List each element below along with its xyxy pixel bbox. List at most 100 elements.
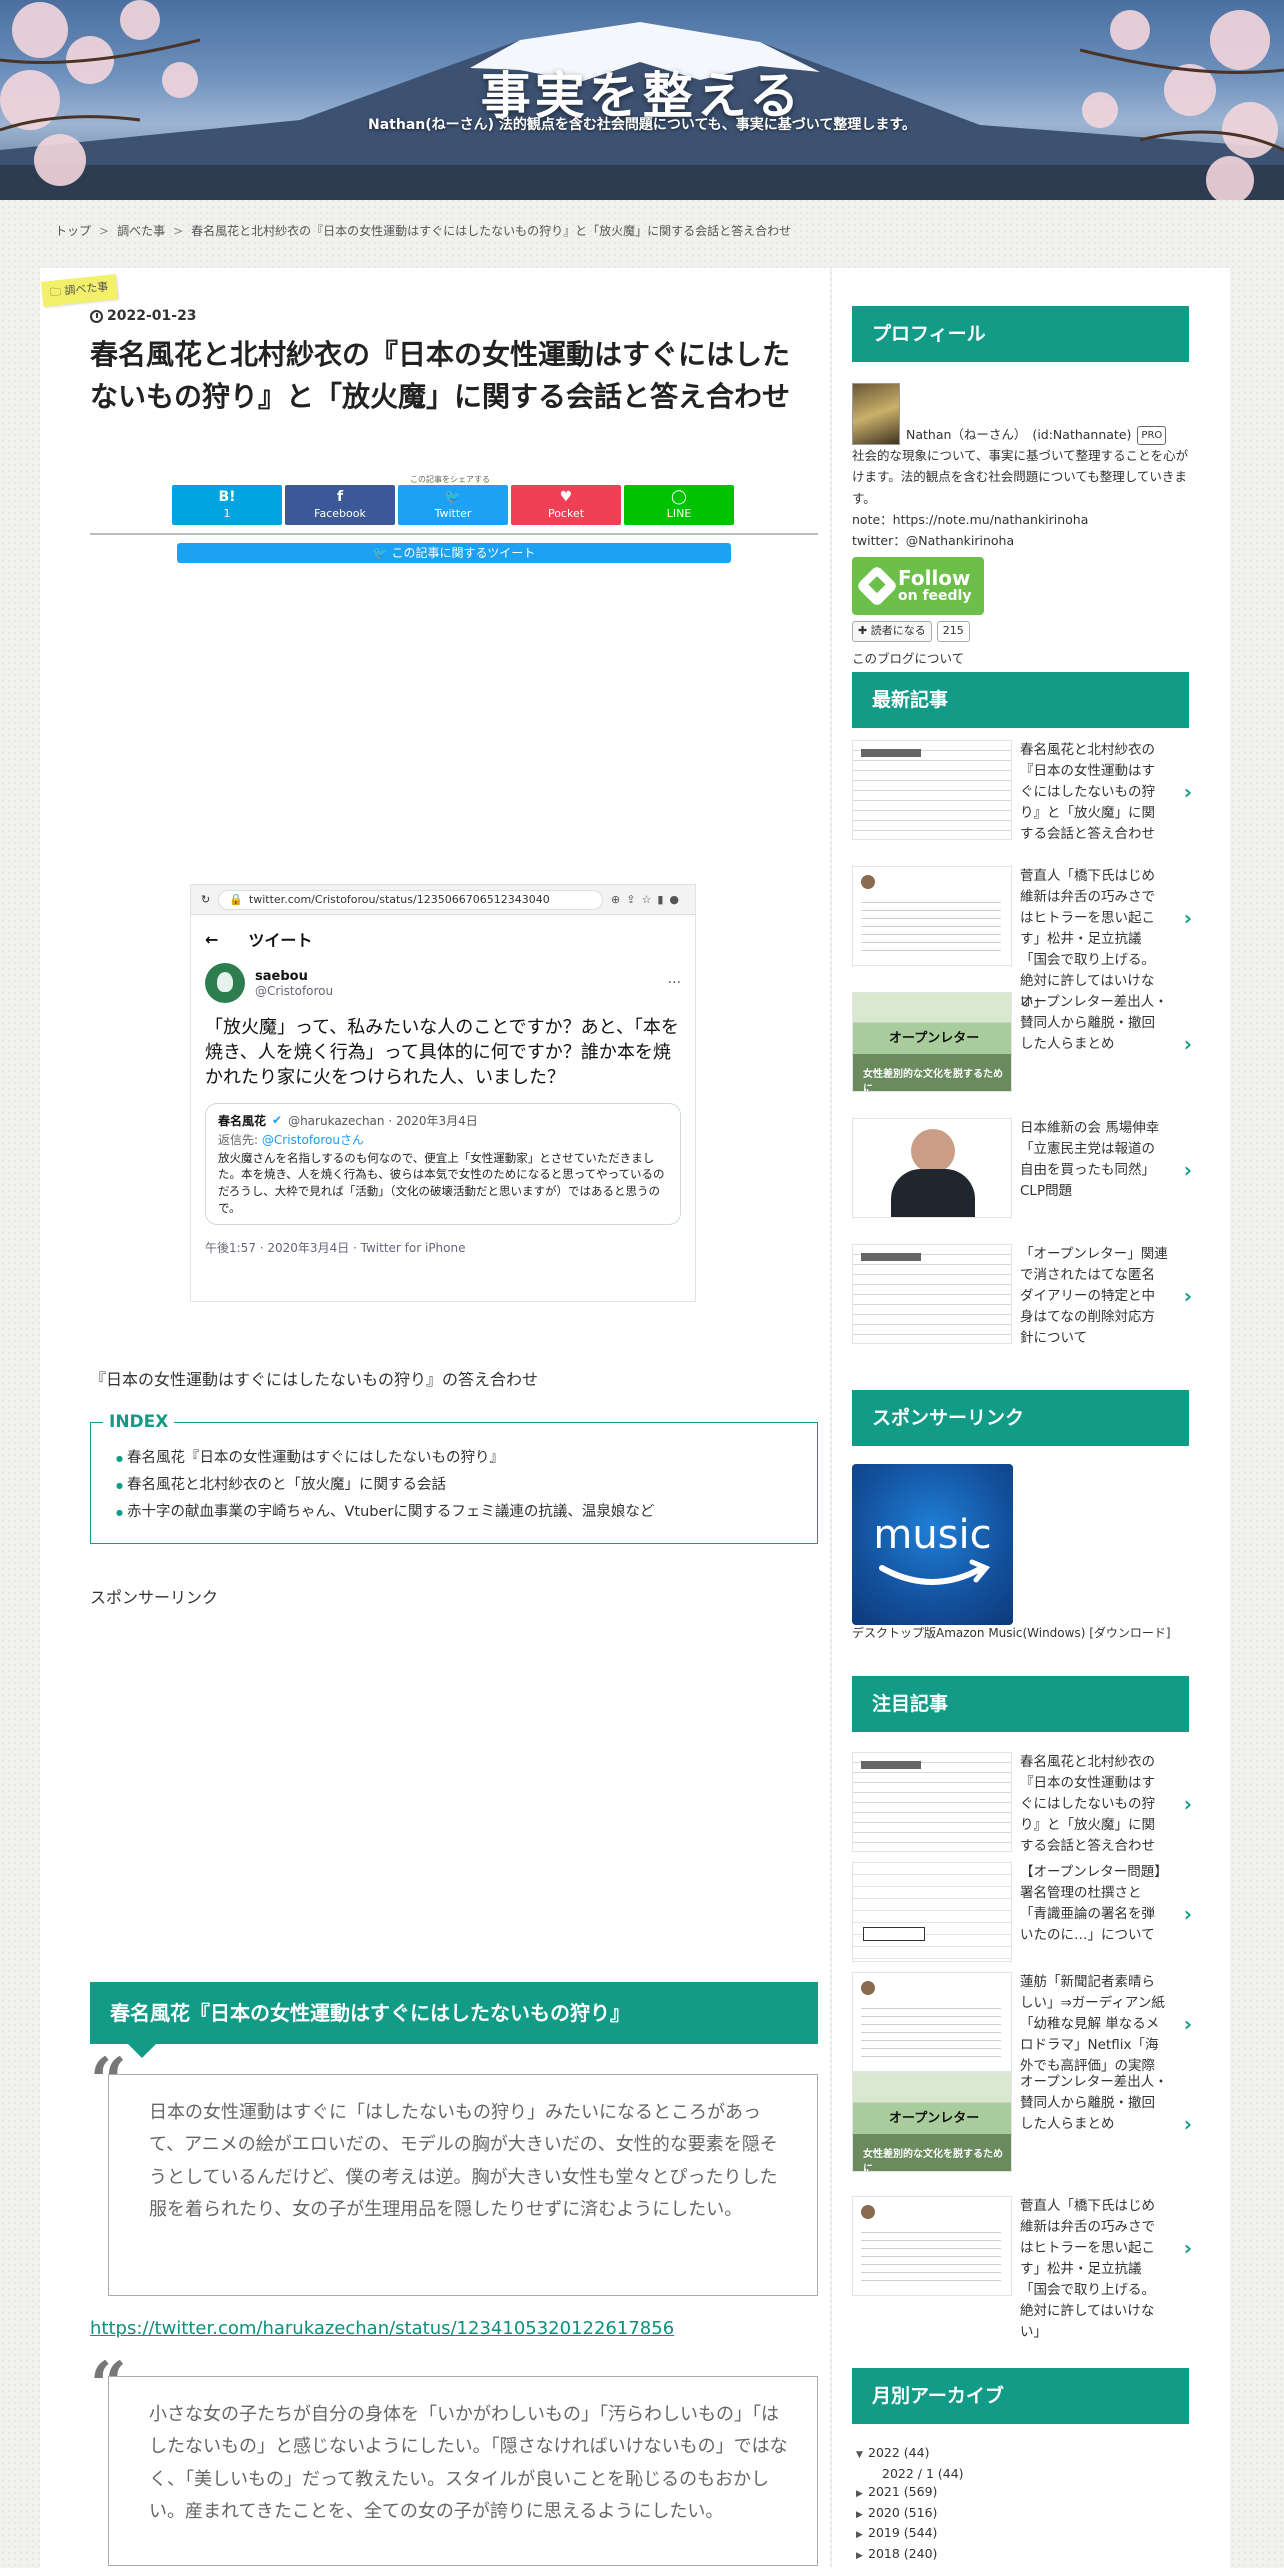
- share-label: LINE: [666, 507, 692, 520]
- recent-article-item[interactable]: オープンレター 女性差別的な文化を脱するために オープンレター差出人・賛同人から離脱…: [852, 992, 1192, 1092]
- toc-item[interactable]: 赤十字の献血事業の宇崎ちゃん、Vtuberに関するフェミ議連の抗議、温泉娘など: [116, 1499, 797, 1526]
- more-icon: ···: [667, 975, 681, 991]
- chevron-right-icon: ›: [1183, 1902, 1192, 1926]
- share-button-facebook[interactable]: f Facebook: [285, 485, 395, 525]
- archive-year[interactable]: ▶ 2018 (240): [856, 2545, 964, 2566]
- sponsor-widget-title: スポンサーリンク: [852, 1390, 1189, 1446]
- featured-article-item[interactable]: 菅直人「橋下氏はじめ維新は弁舌の巧みさではヒトラーを思い起こす」松井・足立抗議「…: [852, 2196, 1192, 2342]
- article-thumbnail[interactable]: [852, 1118, 1012, 1218]
- avatar: [205, 963, 245, 1003]
- profile-widget-title: プロフィール: [852, 306, 1189, 362]
- recent-article-title[interactable]: 春名風花と北村紗衣の『日本の女性運動はすぐにはしたないもの狩り』と「放火魔」に関…: [1020, 740, 1168, 845]
- share-button-line[interactable]: ◯ LINE: [624, 485, 734, 525]
- breadcrumb-top[interactable]: トップ: [55, 224, 91, 238]
- recent-article-item[interactable]: 春名風花と北村紗衣の『日本の女性運動はすぐにはしたないもの狩り』と「放火魔」に関…: [852, 740, 1192, 845]
- answer-intro: 『日本の女性運動はすぐにはしたないもの狩り』の答え合わせ: [90, 1370, 539, 1389]
- article-thumbnail[interactable]: [852, 2196, 1012, 2296]
- share-icon: ◯: [671, 489, 687, 505]
- tweet-header-title: ツイート: [248, 931, 313, 950]
- article-thumbnail[interactable]: [852, 1972, 1012, 2072]
- article-thumbnail[interactable]: [852, 740, 1012, 840]
- toc-item[interactable]: 春名風花『日本の女性運動はすぐにはしたないもの狩り』: [116, 1445, 797, 1472]
- tweet-header: ← ツイート: [191, 915, 695, 963]
- recent-article-title[interactable]: 菅直人「橋下氏はじめ維新は弁舌の巧みさではヒトラーを思い起こす」松井・足立抗議「…: [1020, 866, 1168, 1012]
- article-thumbnail[interactable]: [852, 1862, 1012, 1962]
- section-heading: 春名風花『日本の女性運動はすぐにはしたないもの狩り』: [90, 1982, 818, 2058]
- triangle-right-icon[interactable]: ▶: [856, 2547, 868, 2566]
- profile-id: (id:Nathannate): [1032, 426, 1132, 442]
- archive-month[interactable]: 2022 / 1 (44): [856, 2465, 964, 2484]
- quoted-tweet: 春名風花 ✔ @harukazechan · 2020年3月4日 返信先: @Cri…: [205, 1102, 681, 1226]
- amazon-smile-icon: [879, 1559, 991, 1585]
- subscribe-button[interactable]: ✚ 読者になる: [852, 621, 932, 642]
- triangle-right-icon[interactable]: ▶: [856, 2506, 868, 2525]
- archive-widget-title: 月別アーカイブ: [852, 2368, 1189, 2424]
- profile-name[interactable]: Nathan（ねーさん）: [906, 424, 1026, 445]
- featured-article-item[interactable]: オープンレター 女性差別的な文化を脱するために オープンレター差出人・賛同人から離脱…: [852, 2072, 1192, 2172]
- about-blog-link[interactable]: このブログについて: [852, 648, 1192, 669]
- chevron-right-icon: ›: [1183, 906, 1192, 930]
- reply-prefix: 返信先:: [218, 1132, 259, 1147]
- featured-article-item[interactable]: 【オープンレター問題】署名管理の杜撰さと「青識亜論の署名を弾いたのに…」について…: [852, 1862, 1192, 1962]
- sponsor-label: スポンサーリンク: [90, 1588, 219, 1607]
- share-label: 1: [223, 507, 231, 520]
- chevron-right-icon: ›: [1183, 1032, 1192, 1056]
- featured-widget-title: 注目記事: [852, 1676, 1189, 1732]
- archive-year[interactable]: ▼ 2022 (44): [856, 2444, 964, 2465]
- amazon-music-link[interactable]: デスクトップ版Amazon Music(Windows) [ダウンロード]: [852, 1624, 1171, 1641]
- profile-widget: Nathan（ねーさん） (id:Nathannate) PRO 社会的な現象に…: [852, 383, 1192, 669]
- source-tweet-link[interactable]: https://twitter.com/harukazechan/status/…: [90, 2318, 674, 2339]
- featured-article-title[interactable]: 蓮舫「新聞記者素晴らしい」⇒ガーディアン紙「幼稚な見解 単なるメロドラマ」Net…: [1020, 1972, 1168, 2077]
- profile-description: 社会的な現象について、事実に基づいて整理することを心がけます。法的観点を含む社会…: [852, 448, 1189, 506]
- share-button-hatena[interactable]: B! 1: [172, 485, 282, 525]
- recent-article-title[interactable]: 日本維新の会 馬場伸幸「立憲民主党は報道の自由を買ったも同然」CLP問題: [1020, 1118, 1168, 1218]
- featured-article-title[interactable]: 春名風花と北村紗衣の『日本の女性運動はすぐにはしたないもの狩り』と「放火魔」に関…: [1020, 1752, 1168, 1857]
- featured-article-item[interactable]: 春名風花と北村紗衣の『日本の女性運動はすぐにはしたないもの狩り』と「放火魔」に関…: [852, 1752, 1192, 1857]
- share-icon: 🐦: [444, 489, 462, 505]
- article-thumbnail[interactable]: [852, 1244, 1012, 1344]
- subscriber-count: 215: [936, 621, 970, 642]
- archive-year[interactable]: ▶ 2021 (569): [856, 2483, 964, 2504]
- share-button-twitter[interactable]: 🐦 Twitter: [398, 485, 508, 525]
- featured-article-title[interactable]: 【オープンレター問題】署名管理の杜撰さと「青識亜論の署名を弾いたのに…」について: [1020, 1862, 1168, 1962]
- table-of-contents: INDEX 春名風花『日本の女性運動はすぐにはしたないもの狩り』春名風花と北村紗…: [90, 1412, 818, 1544]
- article-thumbnail[interactable]: [852, 866, 1012, 966]
- chevron-right-icon: ›: [1183, 2012, 1192, 2036]
- featured-article-title[interactable]: オープンレター差出人・賛同人から離脱・撤回した人らまとめ: [1020, 2072, 1168, 2172]
- back-arrow-icon: ←: [205, 929, 219, 949]
- breadcrumb-category[interactable]: 調べた事: [117, 224, 165, 238]
- site-header: 事実を整える Nathan(ねーさん) 法的観点を含む社会問題についても、事実に…: [0, 0, 1284, 200]
- profile-twitter[interactable]: twitter：@Nathankirinoha: [852, 530, 1192, 551]
- recent-article-item[interactable]: 「オープンレター」関連で消されたはてな匿名ダイアリーの特定と中身はてなの削除対応…: [852, 1244, 1192, 1349]
- amazon-music-banner[interactable]: music: [852, 1464, 1013, 1625]
- featured-article-item[interactable]: 蓮舫「新聞記者素晴らしい」⇒ガーディアン紙「幼稚な見解 単なるメロドラマ」Net…: [852, 1972, 1192, 2077]
- feedly-follow-button[interactable]: Follow on feedly: [852, 557, 984, 616]
- profile-note[interactable]: note：https://note.mu/nathankirinoha: [852, 509, 1192, 530]
- recent-article-item[interactable]: 菅直人「橋下氏はじめ維新は弁舌の巧みさではヒトラーを思い起こす」松井・足立抗議「…: [852, 866, 1192, 1012]
- triangle-right-icon[interactable]: ▶: [856, 2526, 868, 2545]
- triangle-right-icon[interactable]: ▶: [856, 2485, 868, 2504]
- toc-item[interactable]: 春名風花と北村紗衣のと「放火魔」に関する会話: [116, 1472, 797, 1499]
- article-thumbnail[interactable]: オープンレター 女性差別的な文化を脱するために: [852, 992, 1012, 1092]
- triangle-down-icon[interactable]: ▼: [856, 2446, 868, 2465]
- quoted-user-name: 春名風花: [218, 1113, 267, 1128]
- recent-article-title[interactable]: オープンレター差出人・賛同人から離脱・撤回した人らまとめ: [1020, 992, 1168, 1092]
- profile-avatar[interactable]: [852, 383, 900, 445]
- article-thumbnail[interactable]: [852, 1752, 1012, 1852]
- breadcrumb-separator: >: [99, 224, 110, 238]
- divider: [90, 533, 818, 535]
- recent-widget-title: 最新記事: [852, 672, 1189, 728]
- reply-to: @Cristoforouさん: [261, 1132, 365, 1147]
- archive-year[interactable]: ▶ 2020 (516): [856, 2504, 964, 2525]
- share-button-pocket[interactable]: ♥ Pocket: [511, 485, 621, 525]
- archive-year[interactable]: ▶ 2019 (544): [856, 2524, 964, 2545]
- tweet-user: saebou @Cristoforou ···: [191, 963, 695, 1003]
- share-buttons: B! 1 f Facebook 🐦 Twitter ♥ Pocket ◯ LINE: [172, 485, 734, 525]
- post-title[interactable]: 春名風花と北村紗衣の『日本の女性運動はすぐにはしたないもの狩り』と「放火魔」に関…: [90, 334, 815, 418]
- share-label: Twitter: [434, 507, 472, 520]
- recent-article-item[interactable]: 日本維新の会 馬場伸幸「立憲民主党は報道の自由を買ったも同然」CLP問題 ›: [852, 1118, 1192, 1218]
- recent-article-title[interactable]: 「オープンレター」関連で消されたはてな匿名ダイアリーの特定と中身はてなの削除対応…: [1020, 1244, 1168, 1349]
- featured-article-title[interactable]: 菅直人「橋下氏はじめ維新は弁舌の巧みさではヒトラーを思い起こす」松井・足立抗議「…: [1020, 2196, 1168, 2342]
- tweet-about-article-button[interactable]: 🐦 この記事に関するツイート: [177, 543, 731, 563]
- article-thumbnail[interactable]: オープンレター 女性差別的な文化を脱するために: [852, 2072, 1012, 2172]
